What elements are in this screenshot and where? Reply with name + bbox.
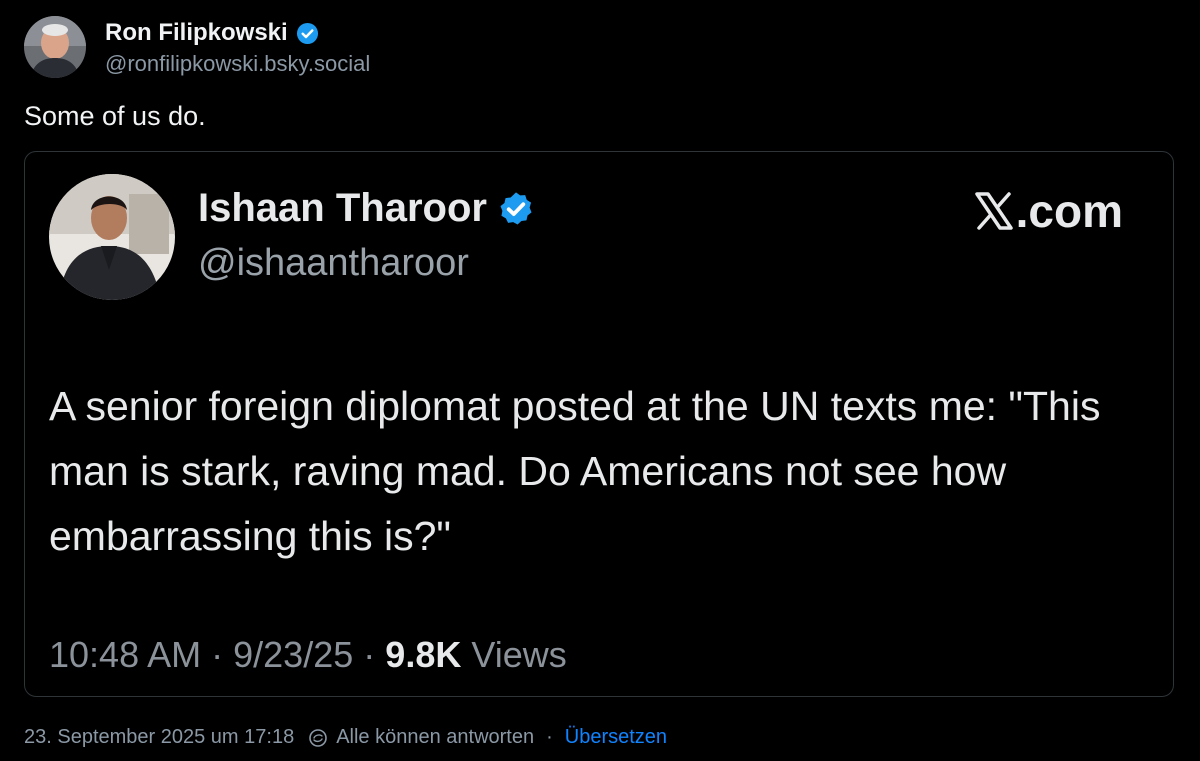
quoted-author-handle: @ishaantharoor xyxy=(198,242,469,284)
reply-setting-label[interactable]: Alle können antworten xyxy=(336,726,534,749)
author-name[interactable]: Ron Filipkowski xyxy=(105,19,319,47)
source-brand: .com xyxy=(974,184,1123,238)
x-logo-icon xyxy=(974,192,1013,230)
translate-link[interactable]: Übersetzen xyxy=(565,726,667,749)
meta-separator: · xyxy=(211,634,224,675)
quoted-author-name: Ishaan Tharoor xyxy=(198,186,535,231)
post-footer: 23. September 2025 um 17:18 Alle können … xyxy=(24,726,667,749)
views-count: 9.8K xyxy=(385,634,462,675)
quoted-tweet-time: 10:48 AM xyxy=(49,634,202,675)
post-timestamp[interactable]: 23. September 2025 um 17:18 xyxy=(24,726,294,749)
post-text: Some of us do. xyxy=(24,101,206,131)
quoted-author-name-text: Ishaan Tharoor xyxy=(198,186,487,230)
author-name-text[interactable]: Ron Filipkowski xyxy=(105,19,288,47)
author-avatar[interactable] xyxy=(24,16,86,78)
quoted-tweet-meta: 10:48 AM · 9/23/25 · 9.8K Views xyxy=(49,634,567,676)
quoted-tweet-date: 9/23/25 xyxy=(233,634,354,675)
reply-settings-icon xyxy=(309,728,327,747)
verified-badge-icon xyxy=(296,22,318,44)
footer-separator: · xyxy=(546,726,553,748)
quoted-author-avatar xyxy=(49,174,175,300)
embedded-image[interactable]: Ishaan Tharoor @ishaantharoor .com A sen… xyxy=(24,151,1174,697)
verified-badge-icon xyxy=(500,191,532,225)
post: Ron Filipkowski @ronfilipkowski.bsky.soc… xyxy=(0,0,1200,761)
quoted-tweet-text: A senior foreign diplomat posted at the … xyxy=(49,383,1101,559)
author-handle[interactable]: @ronfilipkowski.bsky.social xyxy=(105,51,370,77)
views-label: Views xyxy=(471,634,567,675)
meta-separator: · xyxy=(363,634,376,675)
source-brand-text: .com xyxy=(1015,185,1123,237)
